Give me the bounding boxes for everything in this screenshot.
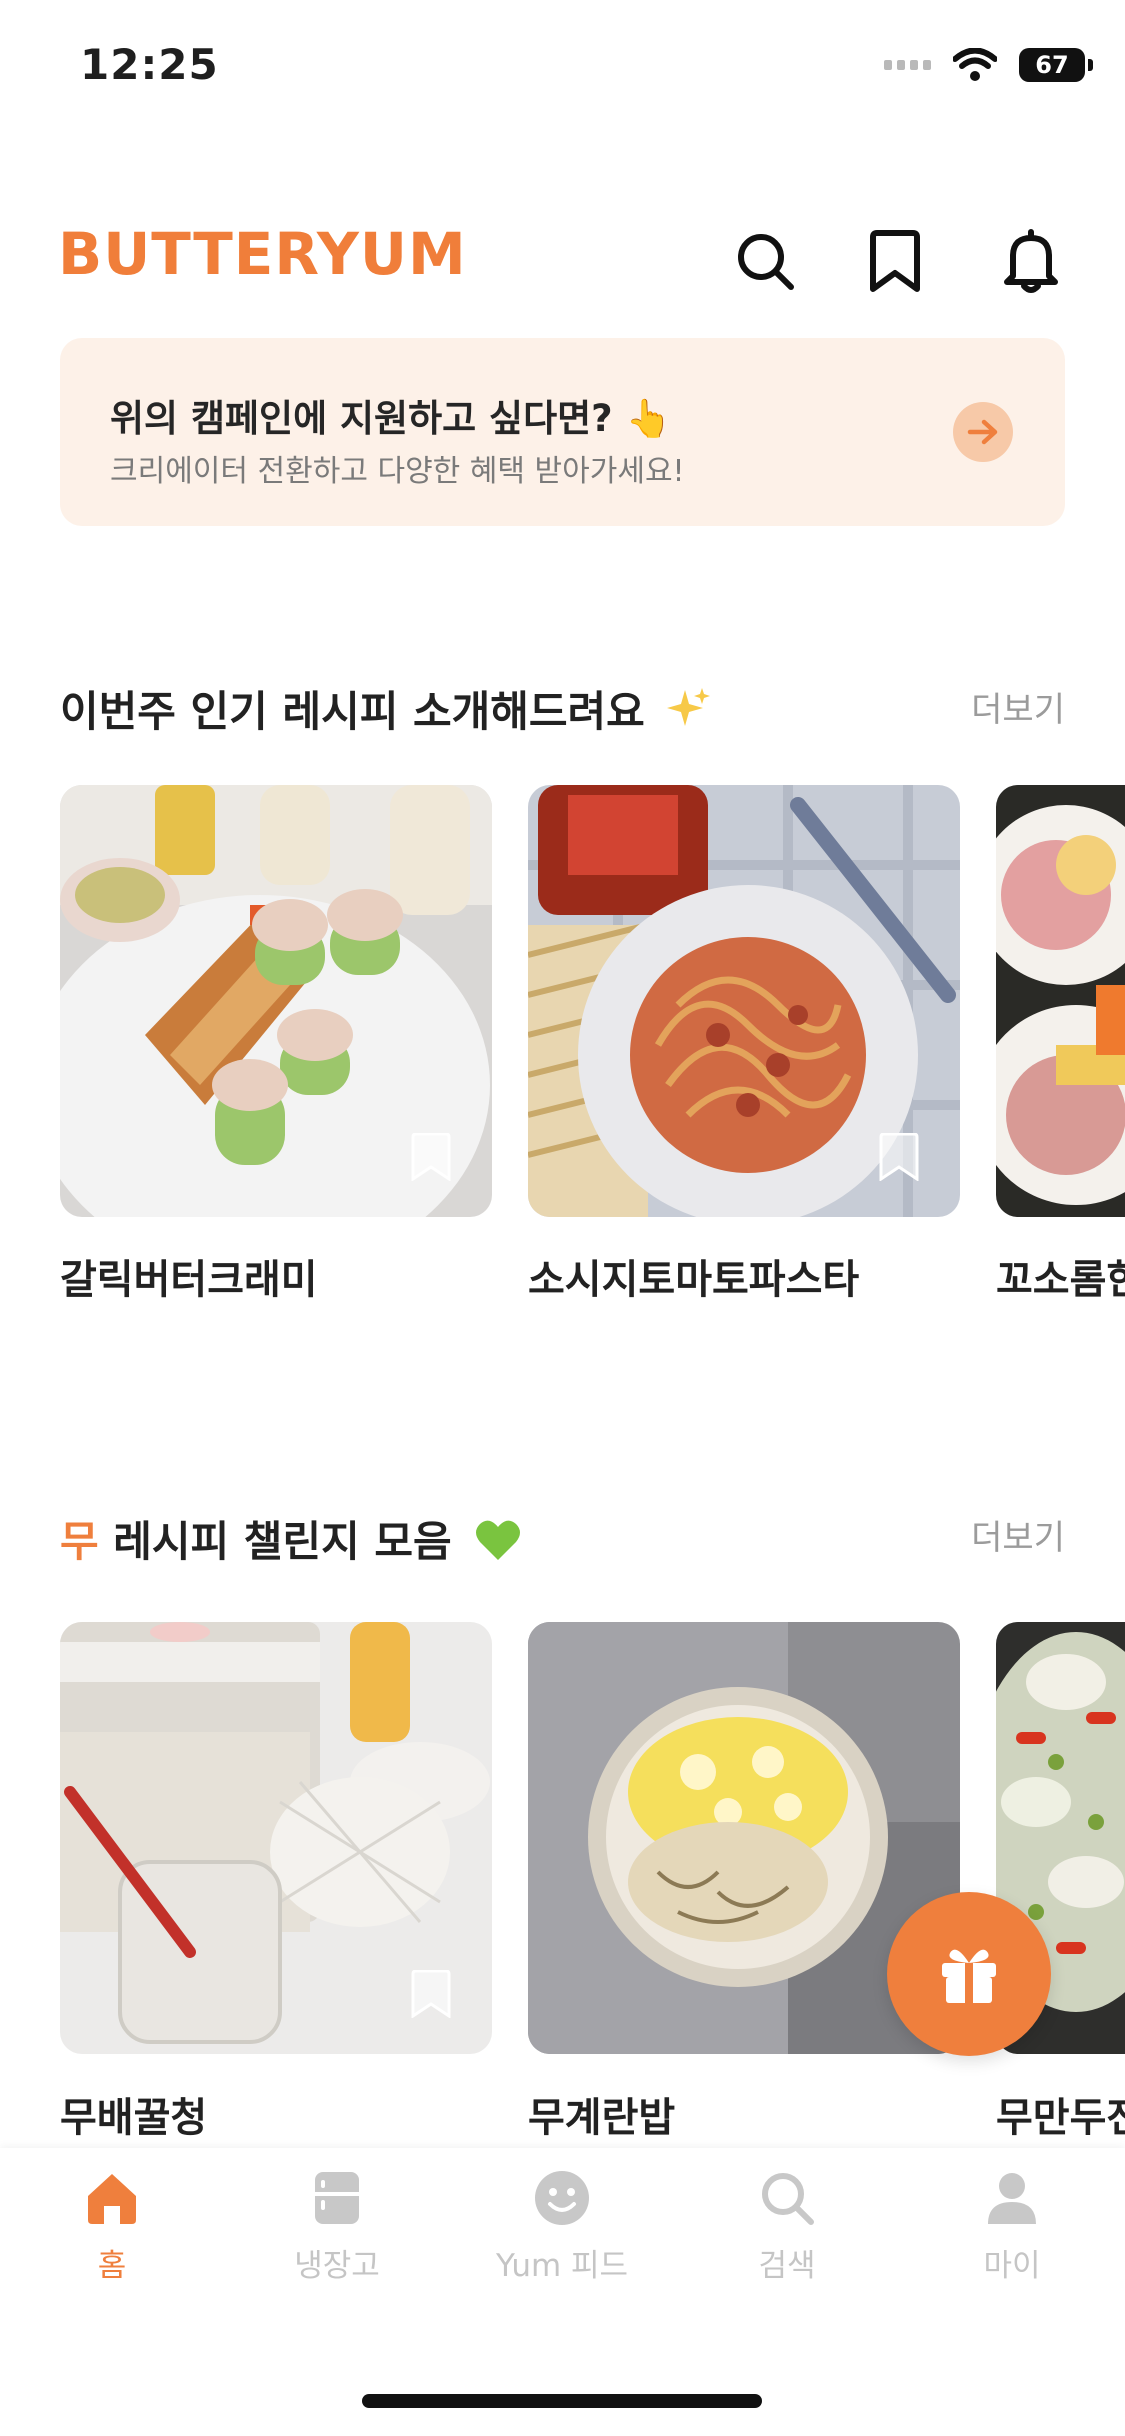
notification-button[interactable] xyxy=(996,226,1066,296)
recipe-card-label[interactable]: 무계란밥 xyxy=(528,2085,675,2143)
tab-label: Yum 피드 xyxy=(495,2248,629,2284)
tab-yum-feed[interactable]: Yum 피드 xyxy=(482,2168,642,2285)
bookmark-icon[interactable] xyxy=(410,1970,452,2018)
recipe-image xyxy=(996,785,1125,1217)
section-popular-title-text: 이번주 인기 레시피 소개해드려요 xyxy=(60,687,645,736)
smile-icon xyxy=(535,2171,589,2225)
gift-icon xyxy=(942,1949,996,2003)
tab-label: 냉장고 xyxy=(294,2248,380,2284)
battery-icon: 67 xyxy=(1019,48,1093,82)
tab-label: 검색 xyxy=(758,2248,816,2284)
gift-fab-button[interactable] xyxy=(887,1892,1051,2056)
recipe-card-radish-pear[interactable] xyxy=(60,1622,492,2054)
status-time: 12:25 xyxy=(80,40,219,89)
search-icon xyxy=(762,2173,814,2225)
banner-arrow-button[interactable] xyxy=(953,402,1013,462)
signal-icon xyxy=(884,60,931,70)
section-challenge-title-accent: 무 xyxy=(60,1517,99,1566)
recipe-card-label[interactable]: 무만두전 xyxy=(996,2085,1125,2143)
app-logo: BUTTERYUM xyxy=(58,220,467,288)
home-icon xyxy=(88,2174,136,2224)
bell-icon xyxy=(1004,229,1058,293)
tab-home[interactable]: 홈 xyxy=(32,2168,192,2285)
search-button[interactable] xyxy=(730,226,800,296)
section-popular-more-link[interactable]: 더보기 xyxy=(971,682,1065,731)
wifi-icon xyxy=(953,48,997,81)
fridge-icon xyxy=(315,2172,359,2224)
section-challenge-title: 무 레시피 챌린지 모음 xyxy=(60,1508,522,1569)
person-icon xyxy=(988,2173,1036,2224)
recipe-card-sausage-pasta[interactable] xyxy=(528,785,960,1217)
banner-title: 위의 캠페인에 지원하고 싶다면? 👆 xyxy=(110,397,672,440)
recipe-card-label[interactable]: 갈릭버터크래미 xyxy=(60,1247,318,1305)
battery-level: 67 xyxy=(1035,51,1069,79)
section-challenge-title-text: 레시피 챌린지 모음 xyxy=(98,1517,452,1566)
section-popular-title: 이번주 인기 레시피 소개해드려요 xyxy=(60,678,711,739)
tab-search[interactable]: 검색 xyxy=(707,2168,867,2285)
recipe-card-kimbap[interactable] xyxy=(996,785,1125,1217)
recipe-card-label[interactable]: 소시지토마토파스타 xyxy=(528,1247,859,1305)
bookmark-icon xyxy=(870,230,920,292)
banner-subtitle: 크리에이터 전환하고 다양한 혜택 받아가세요! xyxy=(110,454,685,489)
tab-fridge[interactable]: 냉장고 xyxy=(257,2168,417,2285)
recipe-card-label[interactable]: 꼬소롬한 xyxy=(996,1247,1125,1305)
recipe-card-garlic-crab[interactable] xyxy=(60,785,492,1217)
sparkles-icon xyxy=(667,688,711,726)
section-challenge-more-link[interactable]: 더보기 xyxy=(971,1510,1065,1559)
status-indicators: 67 xyxy=(884,48,1093,82)
bookmark-button[interactable] xyxy=(860,226,930,296)
arrow-right-icon xyxy=(967,419,998,445)
recipe-card-label[interactable]: 무배꿀청 xyxy=(60,2085,207,2143)
home-indicator xyxy=(362,2394,762,2408)
bookmark-icon[interactable] xyxy=(878,1133,920,1181)
tab-label: 홈 xyxy=(97,2248,127,2284)
tab-my[interactable]: 마이 xyxy=(932,2168,1092,2285)
bottom-tab-bar: 홈 냉장고 Yum 피드 검색 마이 xyxy=(0,2148,1125,2436)
search-icon xyxy=(738,234,794,290)
tab-label: 마이 xyxy=(983,2248,1041,2284)
bookmark-icon[interactable] xyxy=(410,1133,452,1181)
green-heart-icon xyxy=(476,1520,521,1560)
creator-banner[interactable]: 위의 캠페인에 지원하고 싶다면? 👆 크리에이터 전환하고 다양한 혜택 받아… xyxy=(60,338,1065,526)
